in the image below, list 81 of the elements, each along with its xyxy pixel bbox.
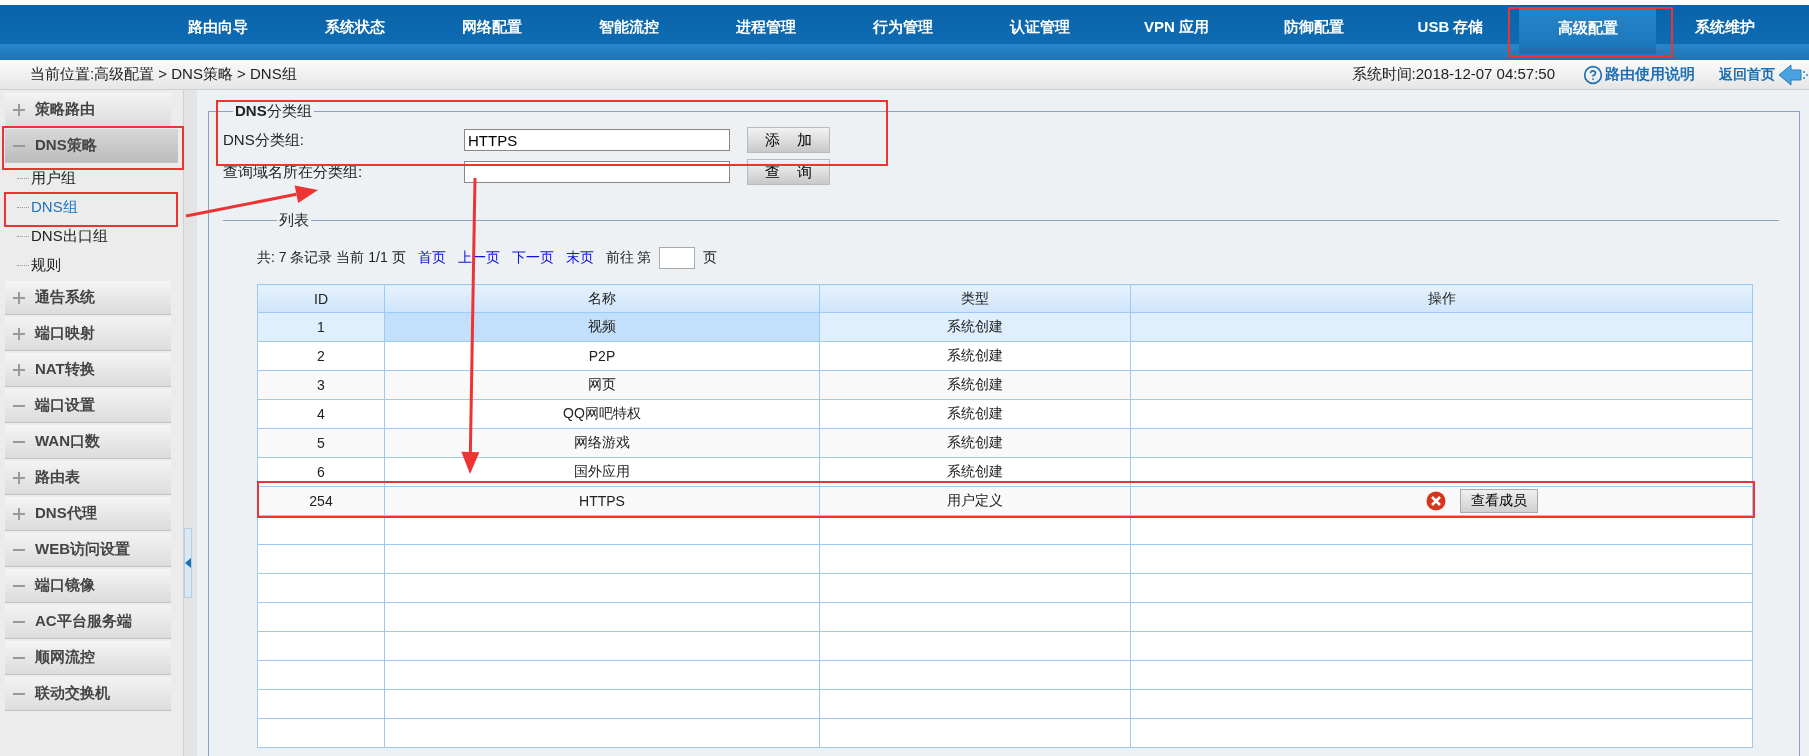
input-field[interactable] [464,161,730,183]
sidebar-group[interactable]: WAN口数 [5,425,171,459]
sidebar-group[interactable]: 联动交换机 [5,677,171,711]
collapse-handle[interactable] [184,528,192,598]
nav-tab[interactable]: 系统维护 [1656,5,1793,60]
sidebar-group[interactable]: 端口设置 [5,389,171,423]
sidebar-group[interactable]: WEB访问设置 [5,533,171,567]
record-summary: 共: 7 条记录 当前 1/1 页 [257,249,406,267]
view-members-button[interactable]: 查看成员 [1459,489,1538,513]
sidebar-group[interactable]: 策略路由 [5,93,171,127]
column-header: ID [257,284,385,313]
table-cell: 网络游戏 [384,428,820,458]
table-cell: 视频 [384,312,820,342]
plus-icon [13,291,25,304]
sidebar-group[interactable]: 通告系统 [5,281,171,315]
sidebar-item[interactable]: DNS出口组 [31,227,108,246]
form-button[interactable]: 查 询 [747,159,830,185]
nav-tab[interactable]: 高级配置 [1519,9,1656,54]
table-cell: 系统创建 [819,341,1131,371]
nav-tab[interactable]: 认证管理 [971,5,1108,60]
help-link[interactable]: 路由使用说明 [1583,64,1695,85]
table-cell: 系统创建 [819,428,1131,458]
section-title: 列表 [278,211,310,230]
table-cell: 用户定义 [819,486,1131,516]
table-cell: 2 [257,341,385,371]
nav-tab[interactable]: 系统状态 [286,5,423,60]
nav-tab[interactable]: 路由向导 [149,5,286,60]
table-cell: 5 [257,428,385,458]
help-icon [1583,64,1603,85]
nav-tab[interactable]: 智能流控 [560,5,697,60]
sidebar-group[interactable]: DNS代理 [5,497,171,531]
nav-tab[interactable]: 网络配置 [423,5,560,60]
plus-icon [13,507,25,520]
system-time: 系统时间:2018-12-07 04:57:50 [1351,65,1555,84]
table-cell: 4 [257,399,385,429]
table-cell: 系统创建 [819,399,1131,429]
panel-title: DNS分类组 [234,102,313,121]
column-header: 类型 [819,284,1131,313]
table-cell: 3 [257,370,385,400]
nav-tab[interactable]: USB 存储 [1382,5,1519,60]
plus-icon [13,103,25,116]
page-unit: 页 [703,249,718,267]
goto-label: 前往 第 [605,249,652,267]
table-cell: QQ网吧特权 [384,399,820,429]
sidebar-item[interactable]: DNS组 [31,198,78,217]
field-label: DNS分类组: [223,130,305,150]
nav-tab[interactable]: 行为管理 [834,5,971,60]
sidebar-group[interactable]: 路由表 [5,461,171,495]
nav-tab[interactable]: 防御配置 [1245,5,1382,60]
plus-icon [13,363,25,376]
column-header: 名称 [384,284,820,313]
delete-icon[interactable] [1425,491,1446,511]
home-link[interactable]: 返回首页 [1719,65,1775,84]
sidebar-group[interactable]: 端口映射 [5,317,171,351]
table-cell: 系统创建 [819,370,1131,400]
page-link[interactable]: 首页 [417,249,446,267]
nav-tab[interactable]: 进程管理 [697,5,834,60]
sidebar-group[interactable]: 端口镜像 [5,569,171,603]
nav-tab[interactable]: VPN 应用 [1108,5,1245,60]
table-cell: 1 [257,312,385,342]
column-header: 操作 [1130,284,1753,313]
table-cell: 254 [257,486,385,516]
table-cell: HTTPS [384,486,820,516]
page-link[interactable]: 下一页 [511,249,554,267]
plus-icon [13,471,25,484]
plus-icon [13,327,25,340]
sidebar-item[interactable]: 规则 [31,256,61,275]
sidebar-item[interactable]: 用户组 [31,169,76,188]
breadcrumb: 当前位置:高级配置 > DNS策略 > DNS组 [30,65,298,84]
form-button[interactable]: 添 加 [747,127,830,153]
back-arrow-icon[interactable] [1779,63,1809,86]
sidebar-group[interactable]: 顺网流控 [5,641,171,675]
page-input[interactable] [659,247,696,269]
sidebar-group[interactable]: NAT转换 [5,353,171,387]
sidebar-group[interactable]: AC平台服务端 [5,605,171,639]
page-link[interactable]: 末页 [565,249,594,267]
table-cell: 系统创建 [819,312,1131,342]
table-cell: 网页 [384,370,820,400]
table-cell: P2P [384,341,820,371]
input-field[interactable]: HTTPS [464,129,730,151]
sidebar-group[interactable]: DNS策略 [5,129,178,163]
